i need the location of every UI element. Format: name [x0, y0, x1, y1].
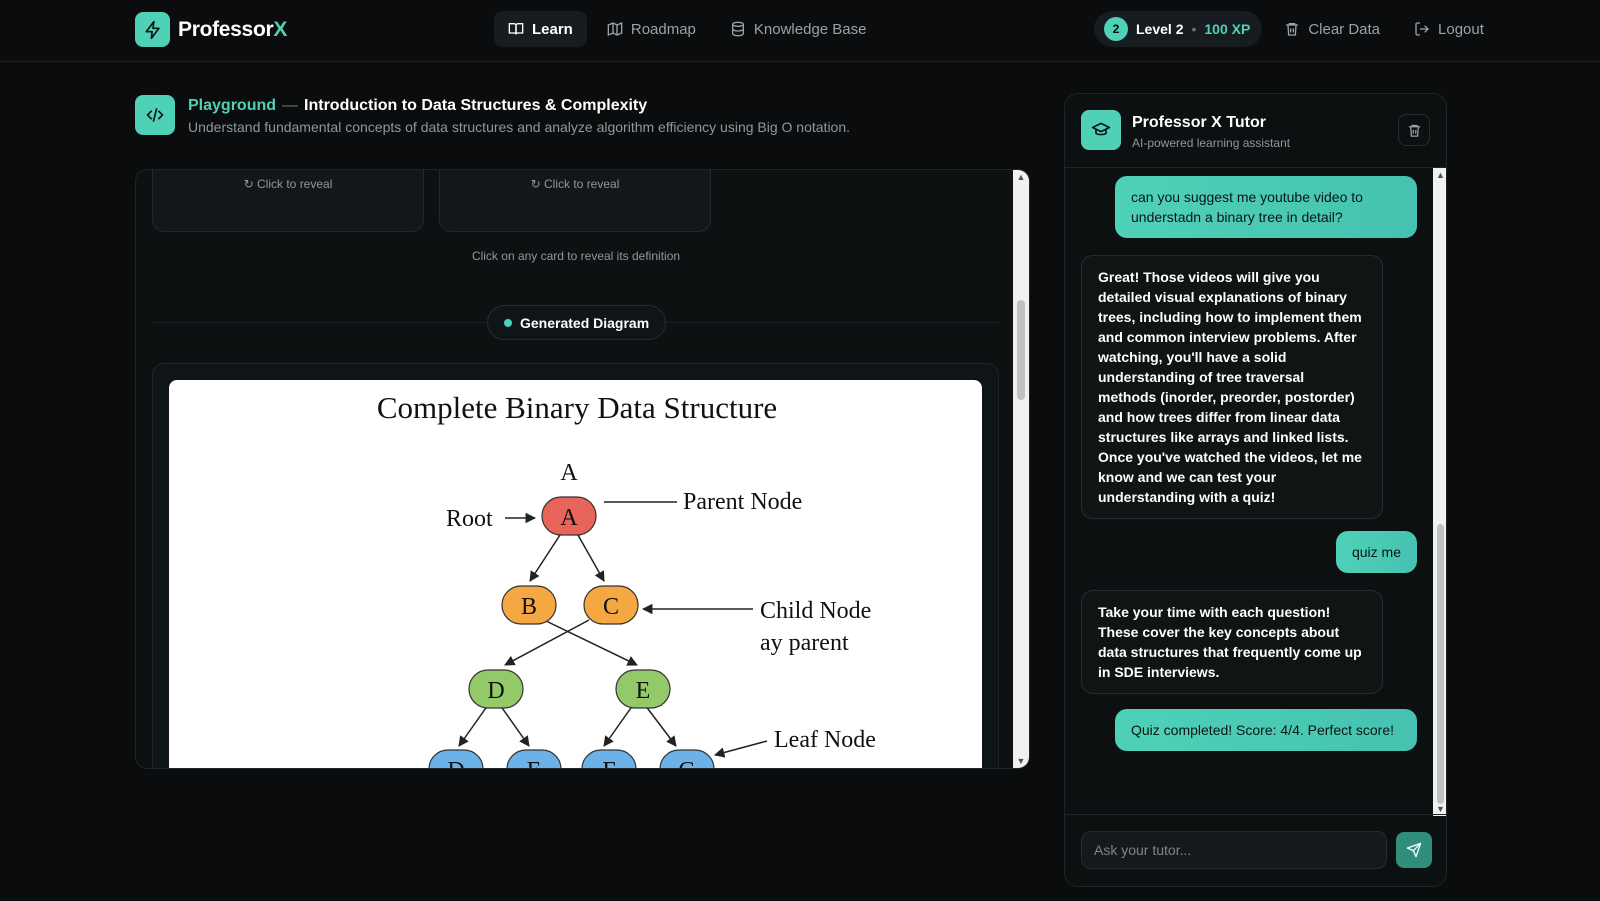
reveal-hint: ↻ Click to reveal [243, 177, 333, 191]
chat-scrollbar[interactable]: ▲ ▼ [1433, 168, 1446, 816]
graduation-cap-icon [1081, 110, 1121, 150]
topic-title: Introduction to Data Structures & Comple… [304, 97, 648, 114]
tree-leaf-node: G [659, 749, 715, 769]
send-icon [1406, 842, 1422, 858]
parent-node-label: Parent Node [683, 489, 802, 515]
tree-node-d: D [468, 669, 524, 709]
topic-description: Understand fundamental concepts of data … [188, 119, 851, 135]
lightning-icon [135, 12, 170, 47]
svg-text:F: F [602, 758, 615, 769]
level-label: Level 2 [1136, 21, 1184, 37]
tree-leaf-node: D [428, 749, 484, 769]
scroll-down-icon[interactable]: ▼ [1013, 754, 1029, 768]
tutor-subtitle: AI-powered learning assistant [1132, 136, 1291, 150]
top-navbar: ProfessorX Learn Roadmap Knowledge Base … [0, 0, 1600, 62]
svg-text:A: A [560, 505, 578, 531]
svg-text:E: E [527, 758, 542, 769]
chat-scroll-thumb[interactable] [1437, 524, 1444, 804]
user-actions: 2 Level 2 • 100 XP Clear Data Logout [1094, 11, 1496, 47]
playground-label: Playground [188, 97, 277, 114]
send-button[interactable] [1396, 832, 1432, 868]
tutor-name: Professor X Tutor [1132, 114, 1266, 131]
ask-tutor-input[interactable] [1081, 831, 1387, 869]
logout-label: Logout [1438, 20, 1484, 38]
database-icon [731, 21, 744, 37]
tree-leaf-node: E [506, 749, 562, 769]
nav-learn[interactable]: Learn [494, 11, 587, 47]
nav-roadmap-label: Roadmap [630, 20, 696, 38]
title-separator: — [282, 97, 299, 114]
trash-icon [1408, 124, 1420, 137]
flash-card[interactable]: ↻ Click to reveal [439, 170, 711, 232]
content-scroll-thumb[interactable] [1017, 300, 1025, 400]
playground-header: Playground — Introduction to Data Structur… [135, 95, 850, 135]
svg-text:C: C [603, 594, 619, 620]
leaf-node-label: Leaf Node [774, 727, 876, 753]
reveal-hint: ↻ Click to reveal [530, 177, 620, 191]
brand-name: ProfessorX [178, 17, 288, 41]
tutor-message: Take your time with each question! These… [1081, 590, 1383, 694]
tutor-header: Professor X Tutor AI-powered learning as… [1065, 94, 1446, 168]
xp-count: 100 XP [1204, 21, 1251, 37]
trash-icon [1286, 23, 1299, 36]
map-icon [607, 21, 623, 37]
user-message: Quiz completed! Score: 4/4. Perfect scor… [1115, 709, 1417, 751]
status-dot [504, 318, 512, 327]
tutor-panel: Professor X Tutor AI-powered learning as… [1064, 93, 1447, 887]
top-label: A [560, 460, 578, 486]
svg-text:D: D [447, 758, 464, 769]
tree-node-c: C [583, 585, 639, 625]
user-message: can you suggest me youtube video to unde… [1115, 176, 1417, 238]
flash-card[interactable]: ↻ Click to reveal [152, 170, 424, 232]
svg-text:G: G [678, 758, 695, 769]
nav-knowledge-base-label: Knowledge Base [753, 20, 867, 38]
level-number: 2 [1104, 17, 1128, 41]
chat-input-bar [1065, 814, 1446, 886]
diagram-title: Complete Binary Data Structure [377, 390, 777, 425]
svg-text:B: B [521, 594, 537, 620]
clear-data-button[interactable]: Clear Data [1272, 11, 1392, 47]
nav-knowledge-base[interactable]: Knowledge Base [716, 11, 881, 47]
content-scrollbar[interactable]: ▲ ▼ [1013, 170, 1029, 768]
main-nav: Learn Roadmap Knowledge Base [494, 11, 881, 47]
level-separator: • [1191, 21, 1197, 37]
root-label: Root [446, 506, 493, 532]
scroll-up-icon[interactable]: ▲ [1013, 170, 1029, 184]
nav-roadmap[interactable]: Roadmap [593, 11, 710, 47]
svg-text:D: D [487, 678, 504, 704]
binary-tree-diagram: Complete Binary Data Structure A Root Pa… [169, 380, 982, 769]
page-title: Playground — Introduction to Data Structur… [188, 96, 850, 116]
user-message: quiz me [1335, 531, 1417, 573]
child-node-label: Child Node [760, 598, 871, 624]
nav-learn-label: Learn [532, 20, 573, 38]
chat-history[interactable]: can you suggest me youtube video to unde… [1065, 168, 1446, 816]
brand-logo[interactable]: ProfessorX [135, 12, 287, 47]
tree-node-a: A [541, 496, 597, 536]
tutor-message: Great! Those videos will give you detail… [1081, 255, 1383, 519]
code-icon [135, 95, 175, 135]
svg-text:E: E [636, 678, 651, 704]
clear-data-label: Clear Data [1308, 20, 1381, 38]
cards-hint: Click on any card to reveal its definiti… [471, 249, 681, 263]
level-badge: 2 Level 2 • 100 XP [1094, 11, 1263, 47]
logout-icon [1415, 22, 1429, 36]
tree-node-e: E [615, 669, 671, 709]
diagram-frame: Complete Binary Data Structure A Root Pa… [152, 363, 999, 769]
child-node-sublabel: ay parent [760, 630, 849, 656]
tree-node-b: B [501, 585, 557, 625]
scroll-up-icon[interactable]: ▲ [1433, 168, 1446, 182]
book-open-icon [508, 23, 524, 35]
logout-button[interactable]: Logout [1402, 11, 1496, 47]
clear-chat-button[interactable] [1398, 114, 1430, 146]
generated-diagram-badge: Generated Diagram [487, 305, 667, 340]
tree-leaf-node: F [581, 749, 637, 769]
generated-diagram-label: Generated Diagram [520, 314, 650, 331]
lesson-content-panel[interactable]: ↻ Click to reveal ↻ Click to reveal Clic… [135, 169, 1030, 769]
